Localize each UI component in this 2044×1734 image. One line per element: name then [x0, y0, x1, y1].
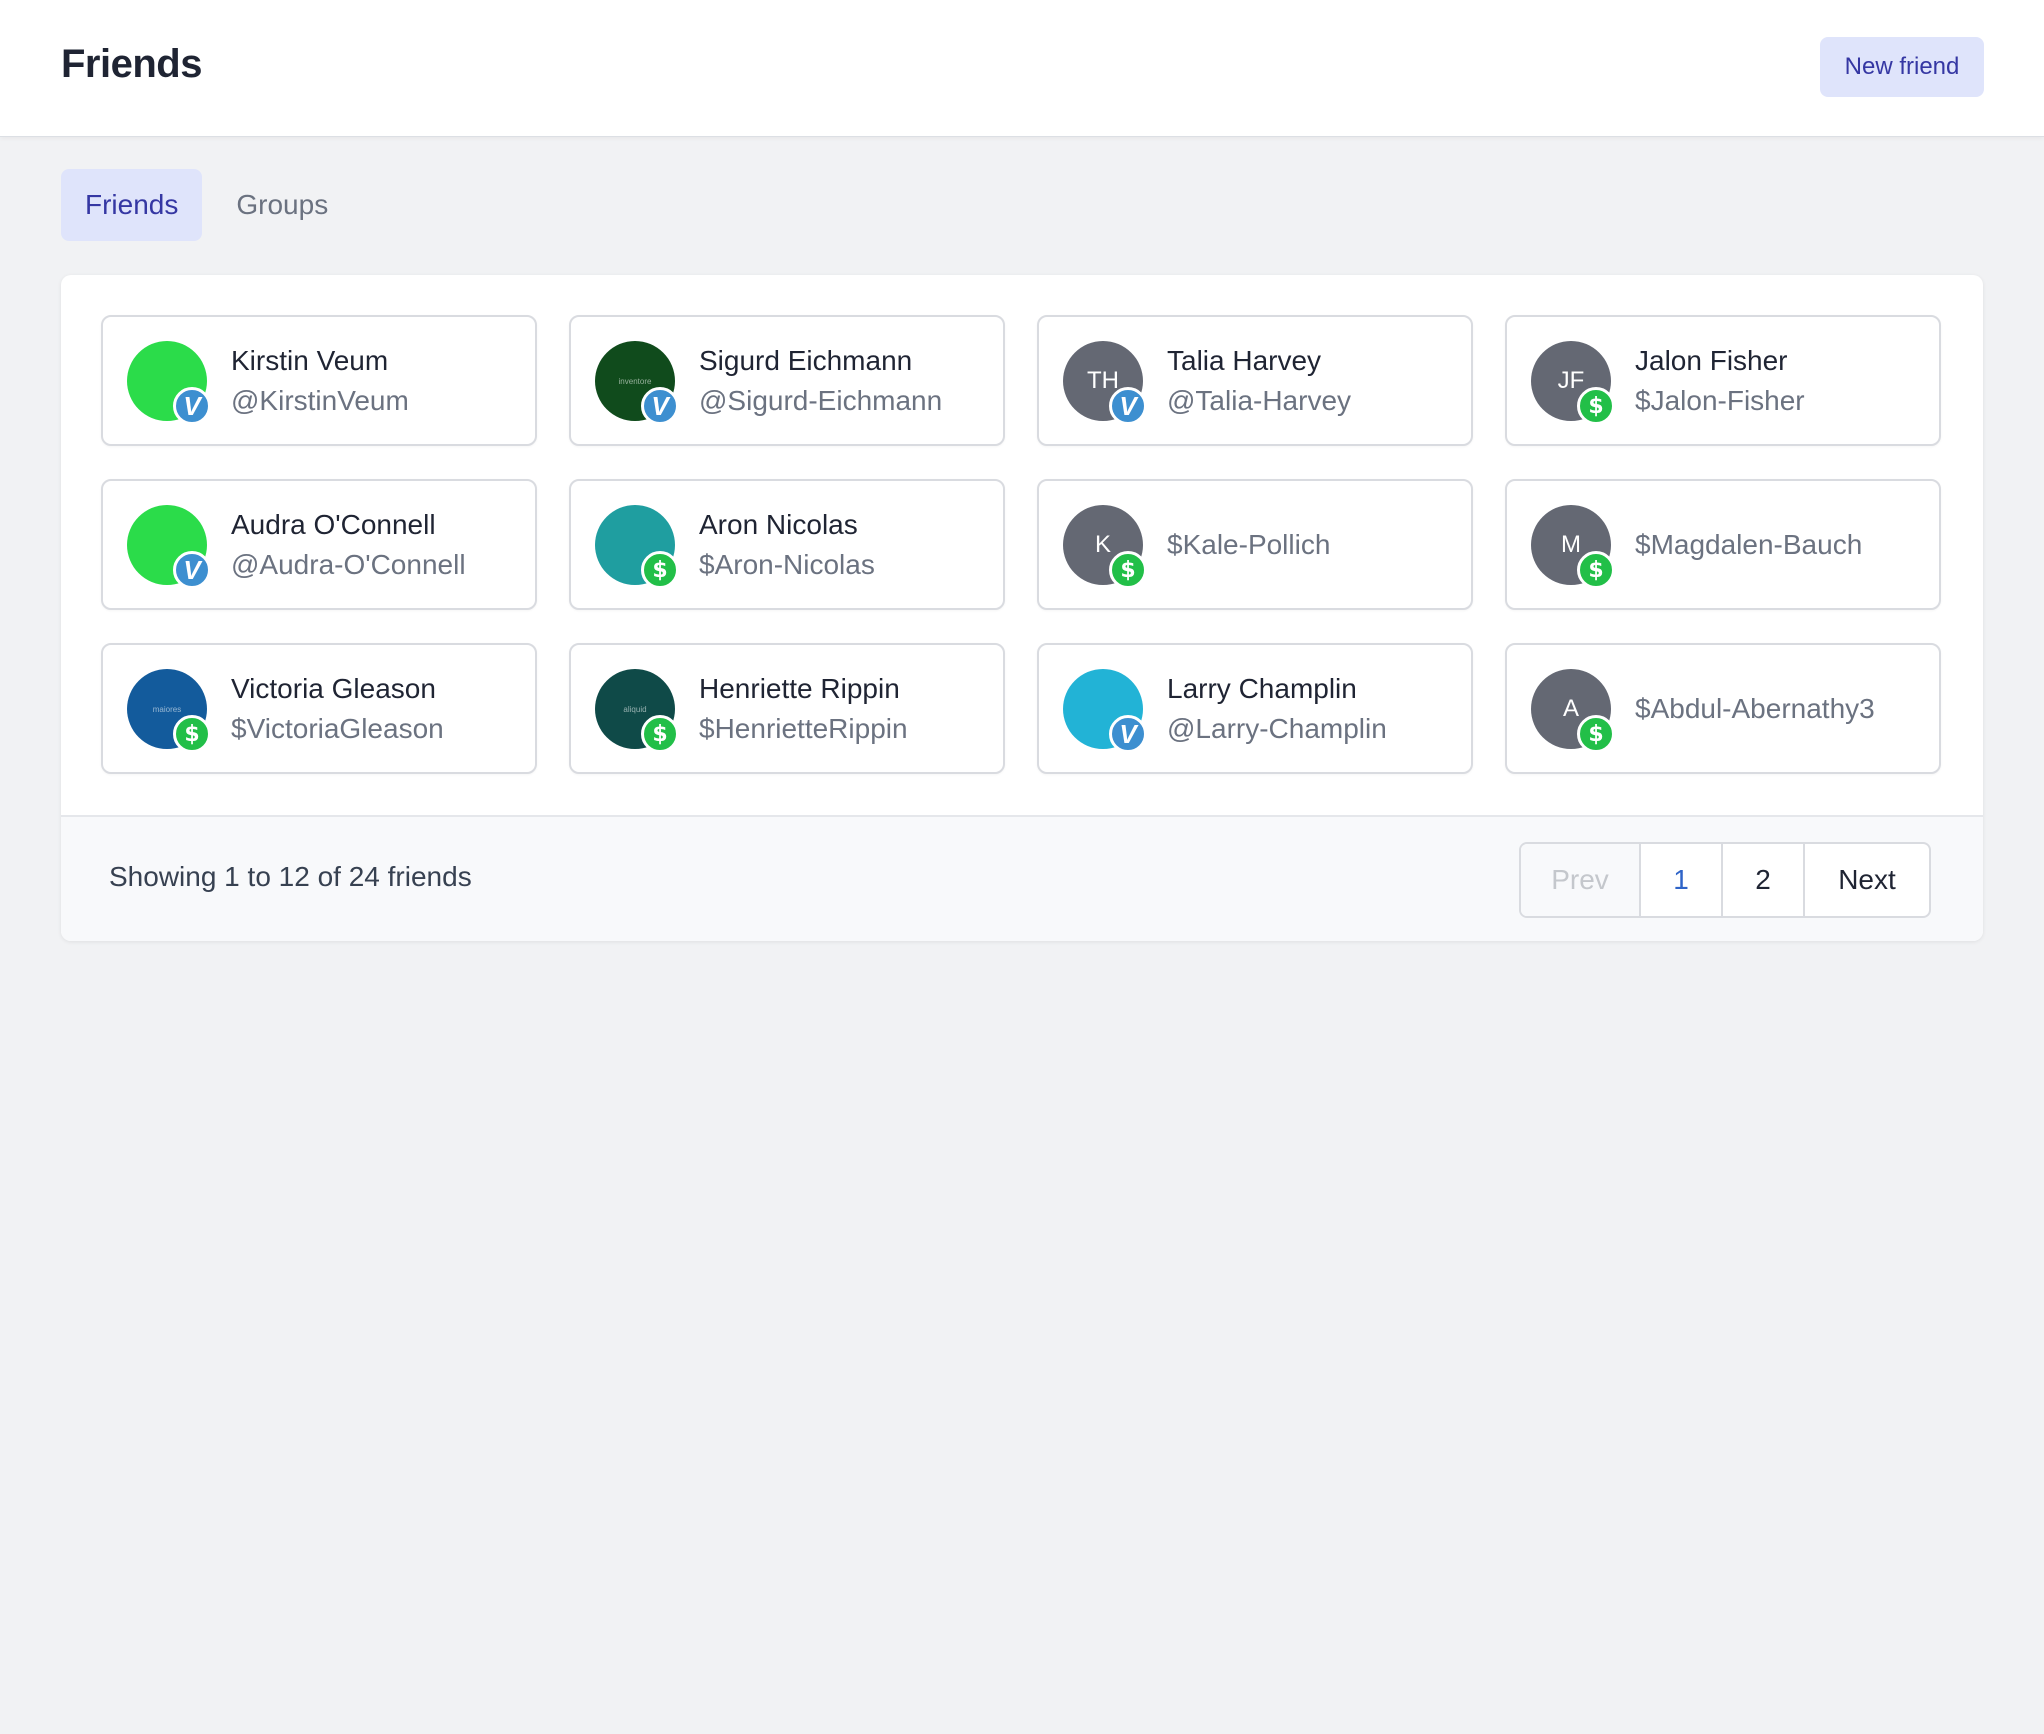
page-1-button[interactable]: 1	[1641, 844, 1723, 916]
friend-text: $Magdalen-Bauch	[1635, 481, 1862, 608]
friend-text: $Kale-Pollich	[1167, 481, 1330, 608]
friend-handle: $Jalon-Fisher	[1635, 384, 1805, 416]
tab-groups[interactable]: Groups	[212, 169, 352, 241]
venmo-icon: V	[173, 551, 211, 589]
avatar-text: aliquid	[623, 704, 647, 714]
friend-card[interactable]: V Audra O'Connell @Audra-O'Connell	[101, 479, 537, 610]
friend-card[interactable]: inventore V Sigurd Eichmann @Sigurd-Eichman…	[569, 315, 1005, 446]
friend-text: Sigurd Eichmann @Sigurd-Eichmann	[699, 317, 942, 444]
avatar-text: inventore	[618, 376, 652, 386]
next-page-button[interactable]: Next	[1805, 844, 1929, 916]
friend-text: Aron Nicolas $Aron-Nicolas	[699, 481, 875, 608]
cash-app-icon: $	[1577, 387, 1615, 425]
avatar-text: maiores	[152, 704, 182, 714]
friend-text: $Abdul-Abernathy3	[1635, 645, 1875, 772]
friend-card[interactable]: A $ $Abdul-Abernathy3	[1505, 643, 1941, 774]
avatar-text: TH	[1087, 367, 1119, 394]
friend-handle: @KirstinVeum	[231, 384, 409, 416]
friend-name: Kirstin Veum	[231, 344, 389, 376]
new-friend-button[interactable]: New friend	[1820, 37, 1984, 97]
friend-text: Talia Harvey @Talia-Harvey	[1167, 317, 1351, 444]
cash-app-icon: $	[173, 715, 211, 753]
friend-card[interactable]: JF $ Jalon Fisher $Jalon-Fisher	[1505, 315, 1941, 446]
page-2-button[interactable]: 2	[1723, 844, 1805, 916]
friend-text: Audra O'Connell @Audra-O'Connell	[231, 481, 466, 608]
friends-panel: V Kirstin Veum @KirstinVeum inventore V Sigur…	[61, 275, 1983, 941]
friend-handle: @Talia-Harvey	[1167, 384, 1352, 416]
friend-handle: $HenrietteRippin	[699, 712, 908, 744]
venmo-icon: V	[1109, 715, 1147, 753]
friend-card[interactable]: M $ $Magdalen-Bauch	[1505, 479, 1941, 610]
friend-name: Aron Nicolas	[699, 508, 858, 540]
venmo-icon: V	[173, 387, 211, 425]
friend-handle: @Audra-O'Connell	[231, 548, 466, 580]
friend-name: Talia Harvey	[1167, 344, 1322, 376]
friend-handle: $VictoriaGleason	[231, 712, 444, 744]
venmo-icon: V	[641, 387, 679, 425]
avatar-text: A	[1562, 695, 1579, 722]
friend-name: Victoria Gleason	[231, 672, 436, 704]
pagination-footer: Showing 1 to 12 of 24 friends Prev 1 2 N…	[61, 815, 1983, 941]
friend-card[interactable]: $ Aron Nicolas $Aron-Nicolas	[569, 479, 1005, 610]
cash-app-icon: $	[1577, 715, 1615, 753]
friend-name: Sigurd Eichmann	[699, 344, 913, 376]
cash-app-icon: $	[641, 715, 679, 753]
friend-handle: $Magdalen-Bauch	[1635, 528, 1863, 560]
prev-page-button[interactable]: Prev	[1521, 844, 1641, 916]
friend-name: Larry Champlin	[1167, 672, 1357, 704]
friend-card[interactable]: maiores $ Victoria Gleason $VictoriaGleason	[101, 643, 537, 774]
avatar-text: K	[1094, 531, 1111, 558]
friend-text: Kirstin Veum @KirstinVeum	[231, 317, 409, 444]
page-title: Friends	[61, 42, 202, 86]
venmo-icon: V	[1109, 387, 1147, 425]
pagination: Prev 1 2 Next	[1519, 842, 1931, 918]
friend-handle: @Larry-Champlin	[1167, 712, 1387, 744]
friend-handle: $Abdul-Abernathy3	[1635, 692, 1875, 724]
tab-bar: Friends Groups	[61, 169, 352, 241]
cash-app-icon: $	[1577, 551, 1615, 589]
friend-name: Henriette Rippin	[699, 672, 900, 704]
friends-grid: V Kirstin Veum @KirstinVeum inventore V Sigur…	[101, 315, 1941, 774]
friend-card[interactable]: V Larry Champlin @Larry-Champlin	[1037, 643, 1473, 774]
avatar-text: M	[1561, 531, 1581, 558]
friend-card[interactable]: aliquid $ Henriette Rippin $HenrietteRippin	[569, 643, 1005, 774]
friend-text: Henriette Rippin $HenrietteRippin	[699, 645, 908, 772]
friend-card[interactable]: V Kirstin Veum @KirstinVeum	[101, 315, 537, 446]
friend-handle: @Sigurd-Eichmann	[699, 384, 943, 416]
cash-app-icon: $	[1109, 551, 1147, 589]
top-header: Friends New friend	[0, 0, 2044, 137]
friend-name: Jalon Fisher	[1635, 344, 1788, 376]
friend-handle: $Kale-Pollich	[1167, 528, 1331, 560]
friend-card[interactable]: K $ $Kale-Pollich	[1037, 479, 1473, 610]
tab-friends[interactable]: Friends	[61, 169, 203, 241]
friend-text: Victoria Gleason $VictoriaGleason	[231, 645, 444, 772]
friend-card[interactable]: TH V Talia Harvey @Talia-Harvey	[1037, 315, 1473, 446]
friend-handle: $Aron-Nicolas	[699, 548, 875, 580]
results-summary: Showing 1 to 12 of 24 friends	[109, 861, 472, 892]
friend-text: Larry Champlin @Larry-Champlin	[1167, 645, 1387, 772]
cash-app-icon: $	[641, 551, 679, 589]
friend-text: Jalon Fisher $Jalon-Fisher	[1635, 317, 1805, 444]
friend-name: Audra O'Connell	[231, 508, 436, 540]
avatar-text: JF	[1557, 367, 1585, 394]
